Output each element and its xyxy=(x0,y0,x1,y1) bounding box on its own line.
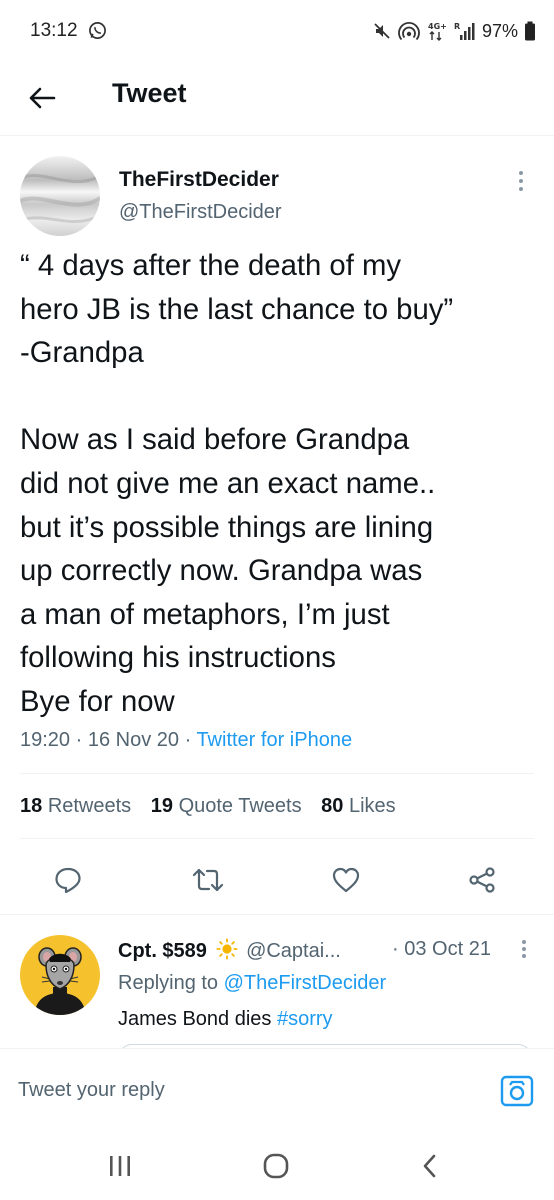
status-icons: 4G+ R 97% xyxy=(372,18,536,44)
reply-header: Cpt. $589 @Captai... xyxy=(118,938,341,963)
back-nav-button[interactable] xyxy=(410,1146,450,1186)
whatsapp-icon xyxy=(89,22,106,39)
reply-author-avatar[interactable] xyxy=(20,935,100,1015)
more-options-icon[interactable] xyxy=(506,166,536,196)
top-app-bar: Tweet xyxy=(0,62,554,136)
replying-to: Replying to @TheFirstDecider xyxy=(118,972,386,995)
likes-count: 80 xyxy=(321,795,344,817)
chevron-left-icon xyxy=(423,1154,436,1178)
tweet-text-line xyxy=(20,375,540,419)
page-title: Tweet xyxy=(112,78,187,108)
tweet-time[interactable]: 19:20 xyxy=(20,729,70,751)
retweets-stat[interactable]: 18 Retweets xyxy=(20,795,131,817)
author-handle[interactable]: @TheFirstDecider xyxy=(119,201,282,224)
like-button[interactable] xyxy=(326,860,366,900)
author-avatar[interactable] xyxy=(20,156,100,236)
svg-text:R: R xyxy=(454,22,460,31)
battery-percent: 97% xyxy=(481,20,518,41)
4g-icon: 4G+ xyxy=(428,22,447,41)
reply-more-options-icon[interactable] xyxy=(510,936,538,964)
battery-icon xyxy=(525,21,535,41)
tweet-text-line: a man of metaphors, I’m just xyxy=(20,597,390,631)
likes-label: Likes xyxy=(348,795,396,817)
retweets-label: Retweets xyxy=(47,795,132,817)
mute-icon xyxy=(374,23,390,39)
share-button[interactable] xyxy=(462,860,502,900)
tweet-text-line: but it’s possible things are lining xyxy=(20,510,434,544)
tweet-text-line: Bye for now xyxy=(20,684,175,718)
hotspot-icon xyxy=(398,21,420,41)
replying-to-mention[interactable]: @TheFirstDecider xyxy=(224,972,387,994)
meta-separator: · xyxy=(75,729,88,751)
camera-button[interactable] xyxy=(497,1071,537,1111)
meta-separator: · xyxy=(184,729,197,751)
share-icon xyxy=(469,867,495,893)
quote-tweets-stat[interactable]: 19 Quote Tweets xyxy=(151,795,302,817)
retweet-button[interactable] xyxy=(188,860,228,900)
home-icon xyxy=(263,1153,289,1179)
reply-composer xyxy=(0,1048,554,1130)
tweet-date[interactable]: 16 Nov 20 xyxy=(88,729,179,751)
tweet-text-line: up correctly now. Grandpa was xyxy=(20,554,423,588)
tweet-source[interactable]: Twitter for iPhone xyxy=(196,729,352,751)
tweet-text-line: hero JB is the last chance to buy” xyxy=(20,292,454,326)
recent-apps-button[interactable] xyxy=(100,1146,140,1186)
quotes-label: Quote Tweets xyxy=(178,795,302,817)
divider xyxy=(0,914,554,915)
tweet-stats: 18 Retweets 19 Quote Tweets 80 Likes xyxy=(20,795,410,818)
retweet-icon xyxy=(192,868,224,892)
like-icon xyxy=(332,867,360,893)
reply-text: James Bond dies #sorry xyxy=(118,1008,333,1031)
sun-emoji-icon xyxy=(215,938,238,960)
author-name[interactable]: TheFirstDecider xyxy=(119,168,279,192)
tweet-meta: 19:20 · 16 Nov 20 · Twitter for iPhone xyxy=(20,729,352,752)
reply-input[interactable] xyxy=(18,1075,438,1105)
home-button[interactable] xyxy=(256,1146,296,1186)
tweet-text-line: Now as I said before Grandpa xyxy=(20,423,410,457)
divider xyxy=(20,838,534,839)
reply-author-name[interactable]: Cpt. $589 xyxy=(118,940,207,962)
likes-stat[interactable]: 80 Likes xyxy=(321,795,396,817)
arrow-left-icon xyxy=(29,87,56,109)
tweet-text-line: following his instructions xyxy=(20,641,336,675)
reply-date[interactable]: · 03 Oct 21 xyxy=(392,938,491,961)
avatar-image xyxy=(20,156,100,236)
status-bar: 13:12 4G+ R 97% xyxy=(0,0,554,62)
tweet-text-line: -Grandpa xyxy=(20,336,144,370)
divider xyxy=(20,773,534,774)
reply-hashtag[interactable]: #sorry xyxy=(277,1008,333,1030)
quotes-count: 19 xyxy=(150,795,173,817)
rat-avatar-image xyxy=(20,935,100,1015)
tweet-text: “ 4 days after the death of my hero JB i… xyxy=(20,244,540,724)
recents-icon xyxy=(110,1156,130,1176)
tweet-text-line: did not give me an exact name.. xyxy=(20,466,436,500)
back-button[interactable] xyxy=(22,78,62,118)
camera-icon xyxy=(500,1075,534,1107)
signal-icon: R xyxy=(454,22,475,40)
tweet-text-line: “ 4 days after the death of my xyxy=(20,249,402,282)
reply-author-handle[interactable]: @Captai... xyxy=(246,940,341,962)
system-navigation-bar xyxy=(0,1130,554,1200)
replying-to-label: Replying to xyxy=(118,972,219,994)
svg-text:4G+: 4G+ xyxy=(428,22,447,31)
reply-icon xyxy=(55,867,81,894)
reply-text-body: James Bond dies xyxy=(118,1008,272,1030)
status-time: 13:12 xyxy=(30,20,78,41)
reply-button[interactable] xyxy=(48,860,88,900)
retweets-count: 18 xyxy=(20,795,43,817)
